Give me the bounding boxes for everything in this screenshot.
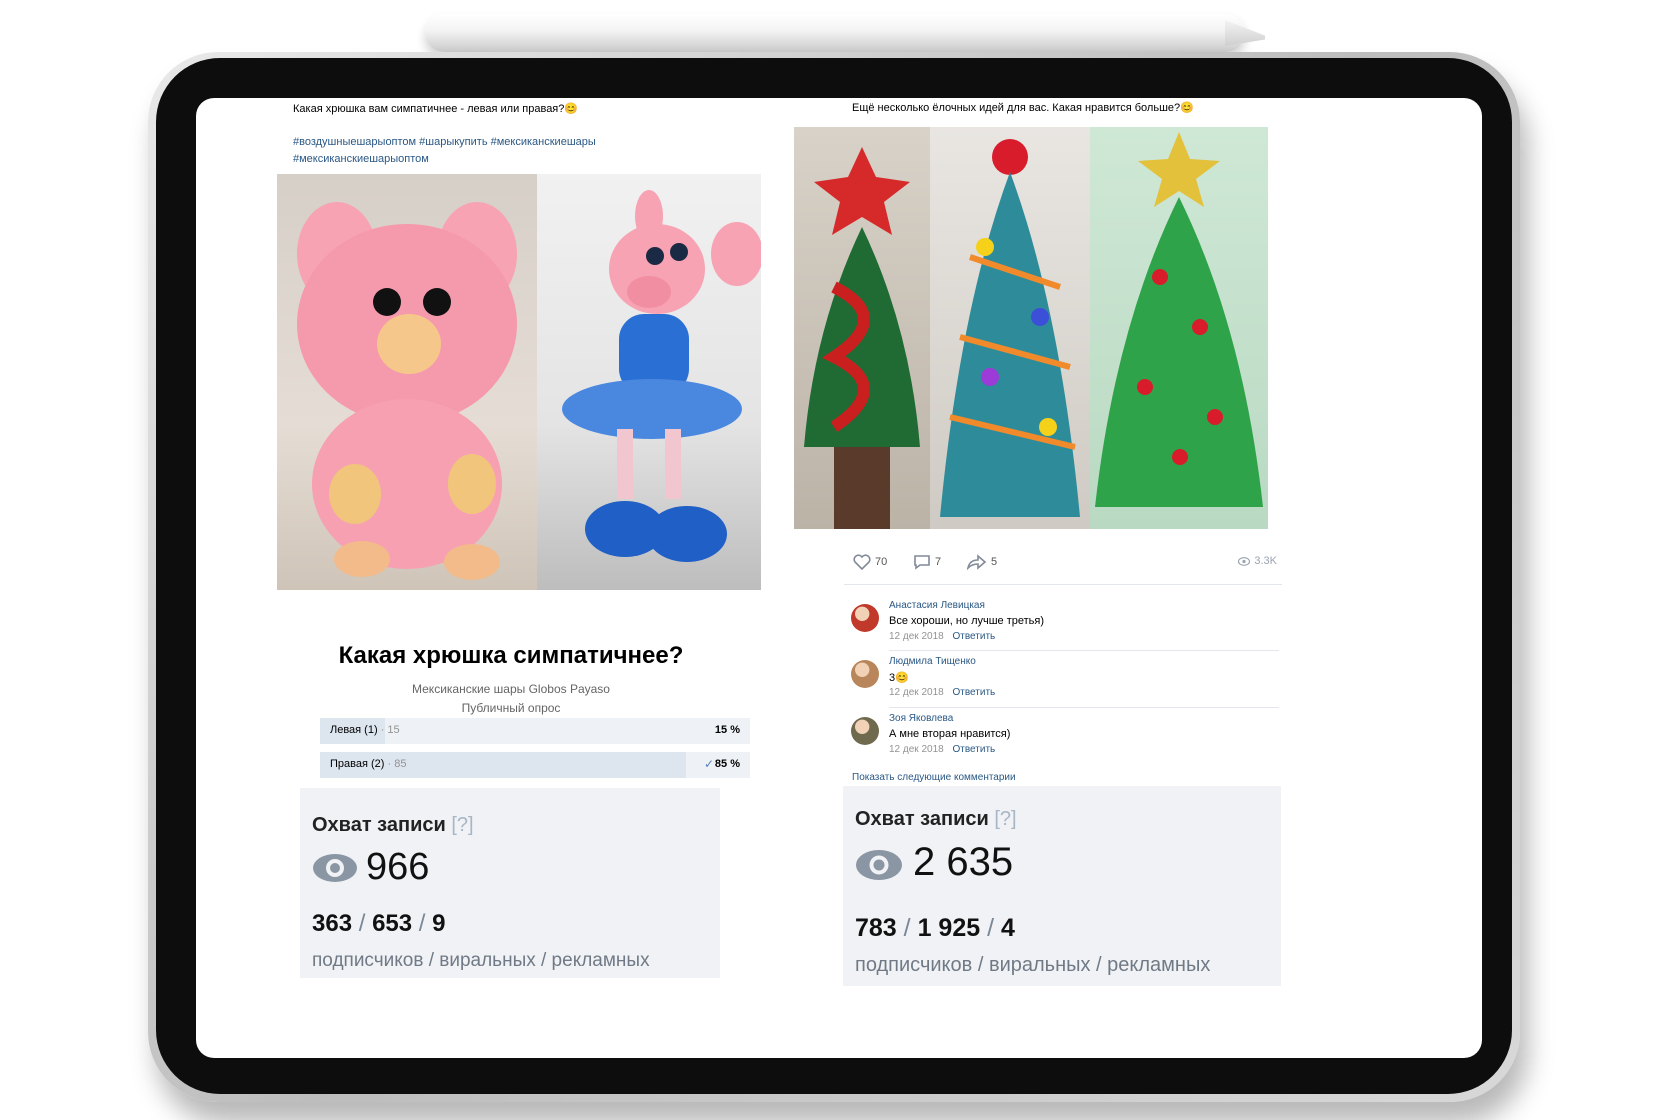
poll-type: Публичный опрос [461, 701, 561, 715]
reply-link[interactable]: Ответить [952, 631, 995, 642]
left-reach-caption: подписчиков / виральных / рекламных [312, 950, 650, 971]
comment-author[interactable]: Анастасия Левицкая [889, 600, 985, 611]
photo-tree-1[interactable] [794, 127, 930, 529]
tree-2-illustration [940, 139, 1080, 517]
tablet-bezel: Какая хрюшка вам симпатичнее - левая или… [156, 58, 1512, 1094]
share-button[interactable]: 5 [967, 554, 997, 570]
reply-link[interactable]: Ответить [952, 687, 995, 698]
pig-left-illustration [297, 202, 517, 580]
right-reach-viral: 1 925 [917, 914, 981, 942]
left-reach-split: 363 / 653 / 9 [312, 910, 446, 937]
poll-title: Какая хрюшка симпатичнее? [338, 642, 684, 669]
left-post-text: Какая хрюшка вам симпатичнее - левая или… [293, 103, 579, 115]
poll-option-left-count: · 15 [380, 724, 400, 736]
comment-item: Зоя Яковлева А мне вторая нравится) 12 д… [851, 713, 1281, 765]
comment-author[interactable]: Людмила Тищенко [889, 656, 976, 667]
comment-date: 12 дек 2018 [889, 631, 944, 642]
comment-author[interactable]: Зоя Яковлева [889, 713, 953, 724]
heart-icon [853, 554, 871, 570]
comment-button[interactable]: 7 [913, 554, 941, 570]
views-counter: 3.3K [1238, 555, 1277, 567]
comment-item: Людмила Тищенко 3😊 12 дек 2018 Ответить [851, 656, 1281, 708]
left-post-hashtags-2[interactable]: #мексиканскиешарыоптом [293, 151, 429, 168]
left-reach-eye-icon [313, 854, 357, 882]
comment-icon [914, 555, 930, 570]
right-reach-panel: Охват записи [?] 2 635 783 / 1 925 / 4 п… [843, 786, 1281, 986]
share-icon [967, 554, 987, 570]
eye-icon [1238, 556, 1251, 566]
photo-pig-right[interactable] [537, 174, 761, 590]
pig-right-illustration [562, 190, 761, 562]
tablet-frame: Какая хрюшка вам симпатичнее - левая или… [148, 52, 1520, 1102]
photo-tree-2[interactable] [930, 127, 1090, 529]
stylus-tip [1225, 20, 1265, 46]
poll-option-left-percent: 15 % [714, 724, 740, 736]
right-reach-ads: 4 [1000, 914, 1015, 942]
left-reach-subscribers: 363 [312, 910, 353, 937]
left-reach-help[interactable]: [?] [451, 814, 473, 836]
avatar[interactable] [851, 717, 879, 745]
tablet-screen: Какая хрюшка вам симпатичнее - левая или… [196, 98, 1482, 1058]
poll-option-right-percent: 85 % [714, 758, 740, 770]
right-reach-eye-icon [856, 850, 902, 880]
avatar[interactable] [851, 604, 879, 632]
comment-divider [889, 650, 1279, 651]
poll-option-right-text: Правая (2) [330, 758, 385, 770]
right-reach-title-text: Охват записи [855, 808, 989, 830]
left-reach-panel: Охват записи [?] 966 363 / 653 / 9 подпи… [300, 788, 720, 978]
stylus [425, 14, 1245, 52]
comment-meta: 12 дек 2018 Ответить [889, 744, 995, 755]
photo-tree-3[interactable] [1090, 127, 1268, 529]
like-count: 70 [875, 556, 888, 568]
share-count: 5 [991, 556, 998, 568]
poll-option-left-text: Левая (1) [330, 724, 378, 736]
tree-3-illustration [1095, 132, 1263, 507]
comment-text: 3😊 [889, 672, 909, 684]
comment-date: 12 дек 2018 [889, 687, 944, 698]
poll-option-left[interactable]: Левая (1) · 15 15 % [320, 718, 750, 744]
comment-text: Все хороши, но лучше третья) [889, 615, 1045, 627]
comment-item: Анастасия Левицкая Все хороши, но лучше … [851, 600, 1281, 652]
poll-author[interactable]: Мексиканские шары Globos Payaso [286, 682, 736, 696]
comment-divider [889, 707, 1279, 708]
scene: Какая хрюшка вам симпатичнее - левая или… [0, 0, 1680, 1120]
avatar[interactable] [851, 660, 879, 688]
right-reach-total: 2 635 [913, 840, 1014, 884]
poll-option-right-count: · 85 [387, 758, 407, 770]
actions-divider [844, 584, 1282, 585]
right-reach-split: 783 / 1 925 / 4 [855, 914, 1015, 942]
tree-1-illustration [804, 147, 920, 529]
comment-date: 12 дек 2018 [889, 744, 944, 755]
left-post-hashtags-1[interactable]: #воздушныешарыоптом #шарыкупить #мексика… [293, 134, 596, 151]
reply-link[interactable]: Ответить [952, 744, 995, 755]
photo-pig-left[interactable] [277, 174, 537, 590]
left-reach-ads: 9 [432, 910, 446, 937]
left-reach-title-text: Охват записи [312, 814, 446, 836]
right-post-actions: 70 7 5 3.3K [851, 552, 1281, 576]
comment-text: А мне вторая нравится) [889, 728, 1011, 740]
show-more-comments-link[interactable]: Показать следующие комментарии [852, 772, 1016, 783]
left-reach-title: Охват записи [?] [312, 814, 474, 837]
views-count: 3.3K [1254, 555, 1277, 567]
right-reach-subscribers: 783 [855, 914, 897, 942]
comment-meta: 12 дек 2018 Ответить [889, 687, 995, 698]
comment-meta: 12 дек 2018 Ответить [889, 631, 995, 642]
like-button[interactable]: 70 [853, 554, 887, 570]
right-reach-caption: подписчиков / виральных / рекламных [855, 954, 1211, 976]
left-reach-total: 966 [366, 846, 430, 888]
right-reach-title: Охват записи [?] [855, 808, 1017, 831]
poll-option-right[interactable]: Правая (2) · 85 ✓ 85 % [320, 752, 750, 778]
comment-count: 7 [935, 556, 942, 568]
voted-check-icon: ✓ [703, 757, 714, 771]
left-reach-viral: 653 [372, 910, 413, 937]
right-reach-help[interactable]: [?] [994, 808, 1016, 830]
poll-option-right-label: Правая (2) · 85 [330, 758, 406, 770]
poll-option-left-label: Левая (1) · 15 [330, 724, 400, 736]
right-post-text: Ещё несколько ёлочных идей для вас. Кака… [852, 102, 1194, 114]
